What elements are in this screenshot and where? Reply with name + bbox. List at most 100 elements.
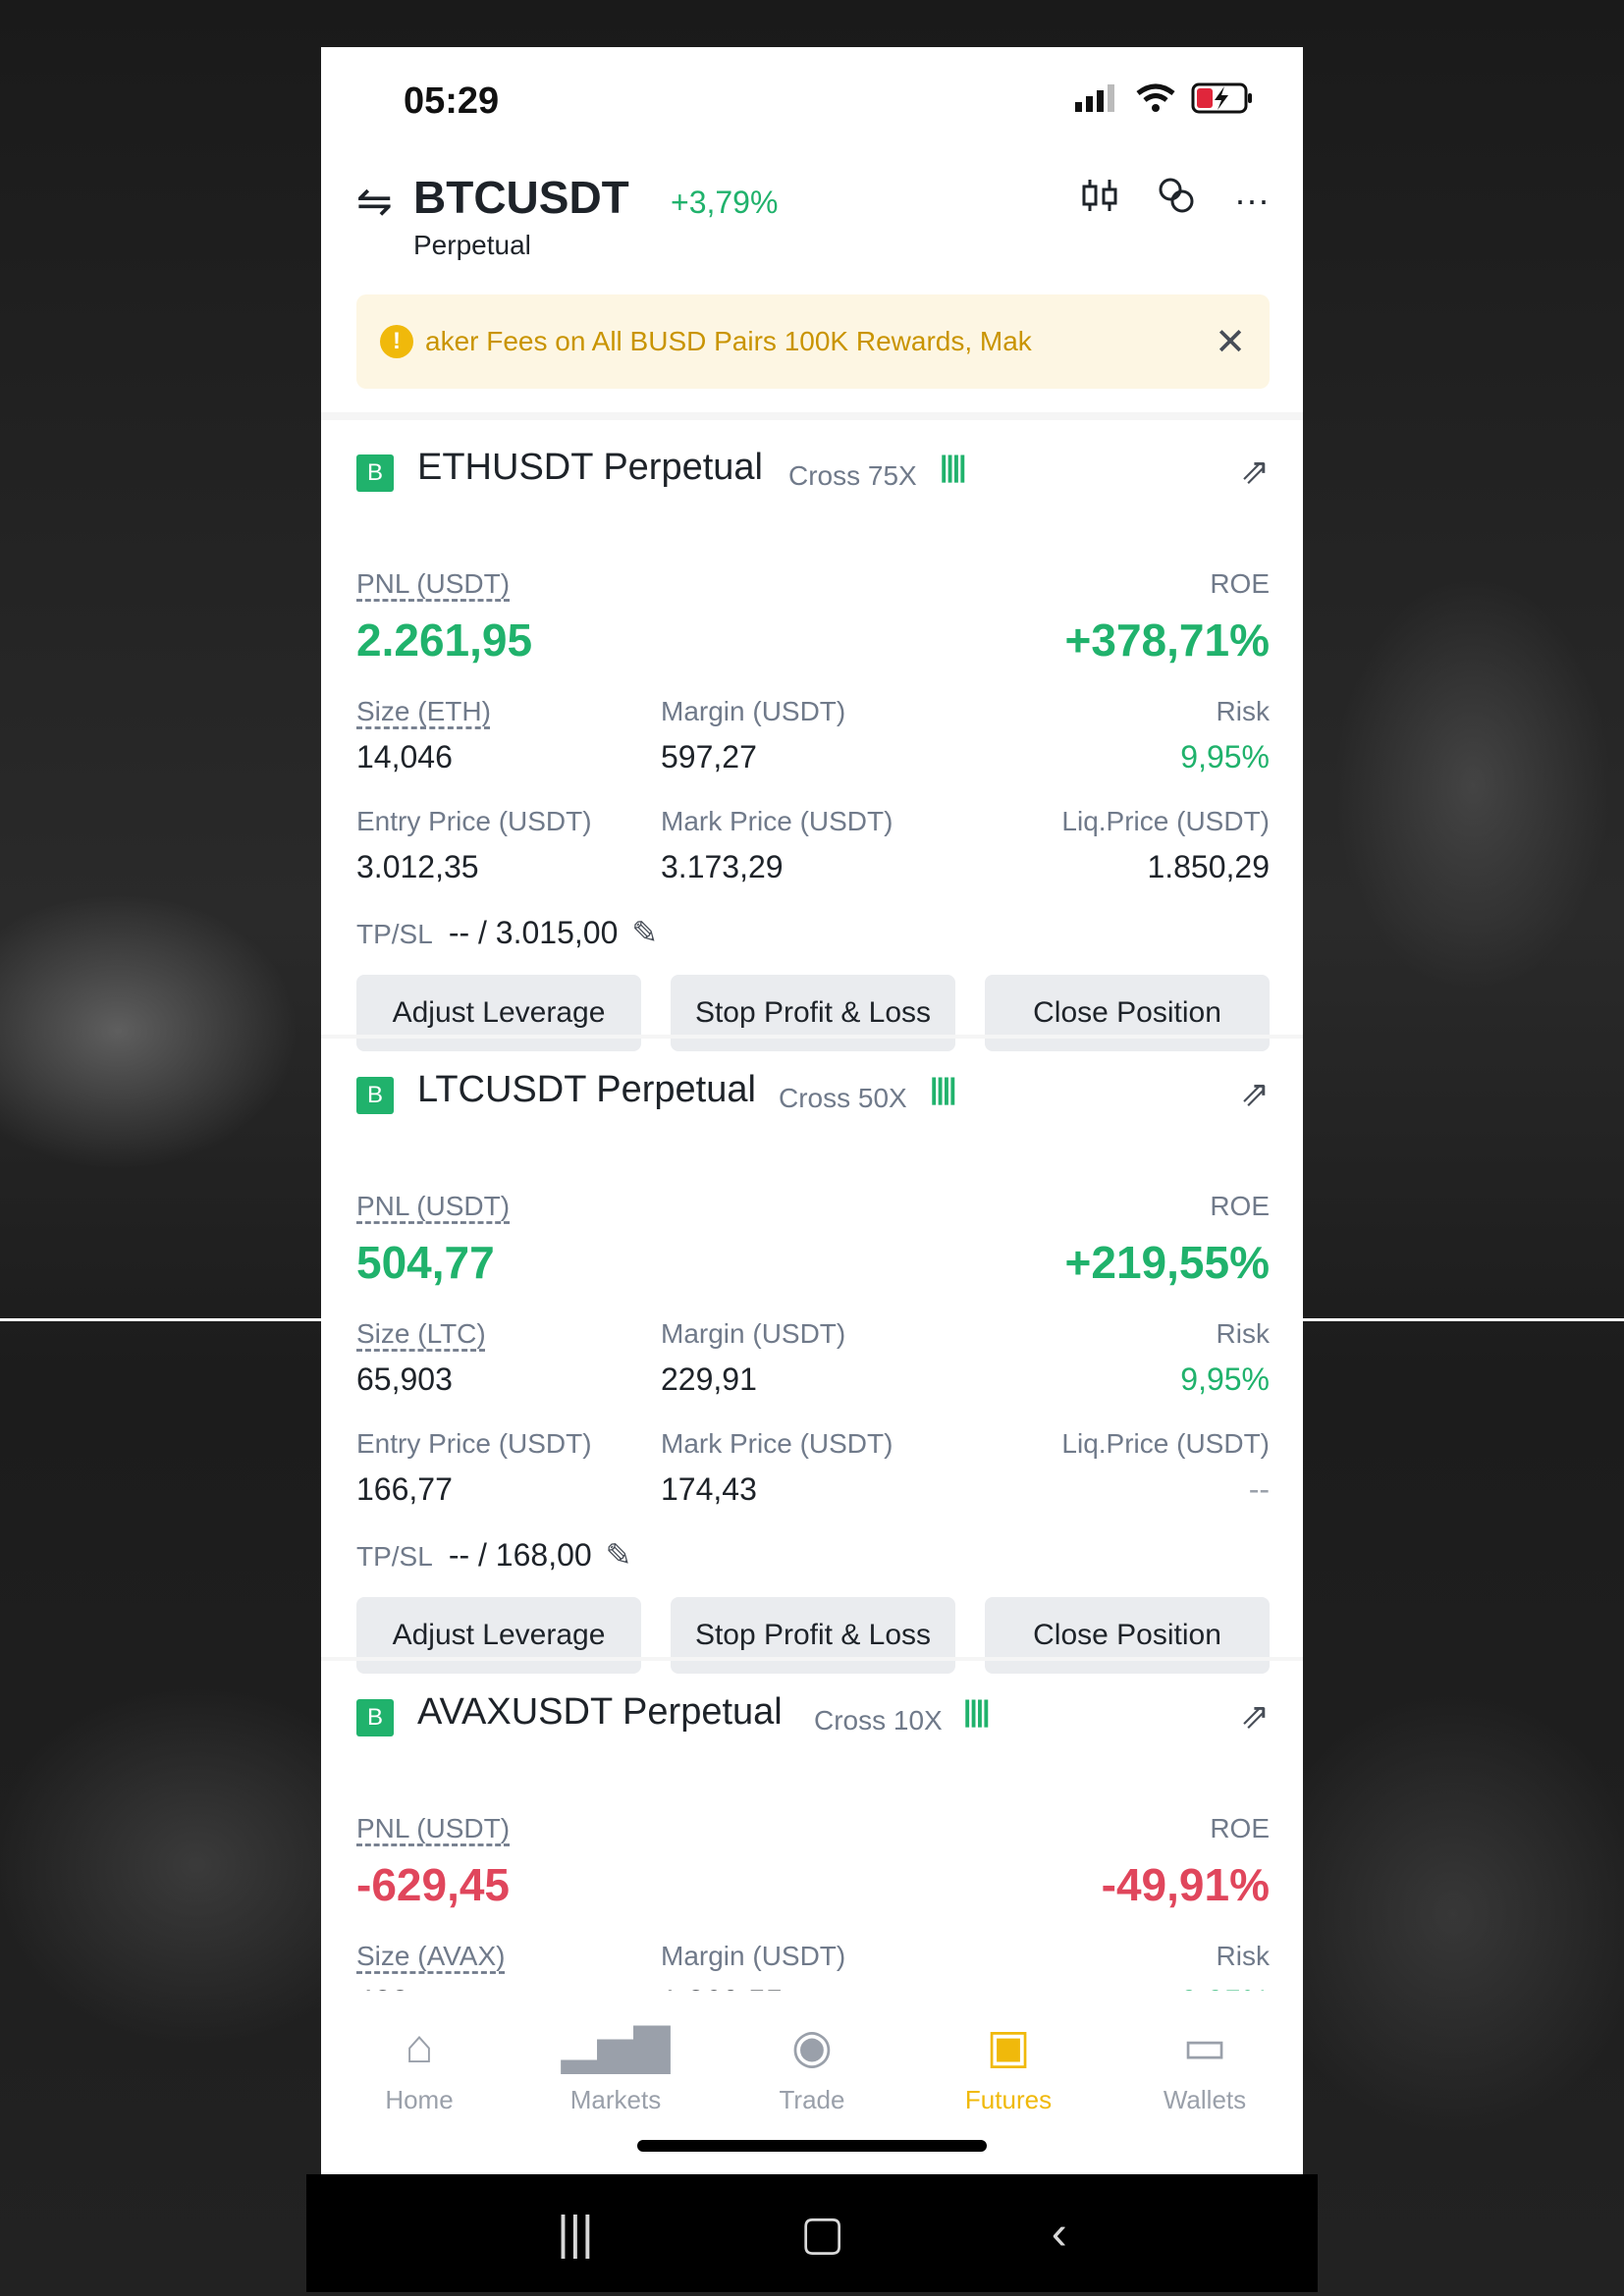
risk-label: Risk (1216, 1318, 1270, 1349)
mark-price-value: 174,43 (661, 1471, 757, 1507)
pnl-label: PNL (USDT) (356, 1813, 511, 1843)
risk-value: 9,95% (1180, 739, 1270, 774)
status-time: 05:29 (404, 80, 500, 122)
pnl-label: PNL (USDT) (356, 1191, 511, 1221)
share-icon[interactable]: ⇗ (1240, 1073, 1270, 1114)
roe-label: ROE (1210, 1191, 1270, 1221)
roe-label: ROE (1210, 568, 1270, 599)
share-icon[interactable]: ⇗ (1240, 1695, 1270, 1736)
edit-icon[interactable]: ✎ (631, 915, 658, 950)
swap-icon[interactable]: ⇋ (356, 177, 393, 227)
tpsl-row: TP/SL -- / 168,00 ✎ (356, 1536, 631, 1574)
position-card: B LTCUSDT Perpetual Cross 50X |||| ⇗ PNL… (356, 1069, 1270, 1678)
liq-price-value: -- (1248, 1471, 1270, 1507)
status-bar: 05:29 (321, 47, 1303, 155)
close-position-button[interactable]: Close Position (985, 1597, 1270, 1674)
header-actions: ··· (1081, 177, 1270, 223)
entry-price-value: 3.012,35 (356, 849, 479, 884)
adjust-leverage-button[interactable]: Adjust Leverage (356, 1597, 641, 1674)
tpsl-value: -- / 168,00 (448, 1537, 592, 1573)
tab-markets[interactable]: ▂▅▇ Markets (542, 2020, 689, 2115)
back-icon[interactable]: ‹ (1052, 2207, 1067, 2261)
tab-trade[interactable]: ◉ Trade (738, 2020, 886, 2115)
phone-screen: 05:29 ⇋ BTCUSDT +3,79% Perpetual ··· ! a… (321, 47, 1303, 2174)
wifi-icon (1136, 83, 1175, 112)
close-position-button[interactable]: Close Position (985, 975, 1270, 1051)
roe-value: -49,91% (1101, 1859, 1270, 1910)
roe-value: +378,71% (1064, 614, 1270, 666)
tab-home[interactable]: ⌂ Home (346, 2020, 493, 2115)
position-symbol[interactable]: ETHUSDT Perpetual (417, 447, 763, 489)
entry-price-value: 166,77 (356, 1471, 453, 1507)
side-badge: B (356, 1699, 394, 1736)
pair-title[interactable]: BTCUSDT (413, 171, 629, 224)
warning-icon: ! (380, 325, 413, 358)
margin-mode: Cross 50X (779, 1083, 907, 1113)
price-change: +3,79% (671, 185, 779, 220)
roe-label: ROE (1210, 1813, 1270, 1843)
position-card: B AVAXUSDT Perpetual Cross 10X |||| ⇗ PN… (356, 1691, 1270, 2025)
adjust-leverage-button[interactable]: Adjust Leverage (356, 975, 641, 1051)
margin-mode: Cross 75X (788, 460, 917, 491)
close-icon[interactable]: ✕ (1215, 320, 1246, 364)
tab-label: Markets (569, 2085, 662, 2114)
tpsl-label: TP/SL (356, 919, 433, 949)
roe-value: +219,55% (1064, 1237, 1270, 1288)
side-badge: B (356, 1077, 394, 1114)
mark-price-value: 3.173,29 (661, 849, 784, 884)
stop-profit-loss-button[interactable]: Stop Profit & Loss (671, 1597, 955, 1674)
stop-profit-loss-button[interactable]: Stop Profit & Loss (671, 975, 955, 1051)
signal-icon (1075, 84, 1114, 112)
entry-price-label: Entry Price (USDT) (356, 1428, 592, 1459)
pnl-value: -629,45 (356, 1859, 511, 1910)
tab-label: Trade (779, 2085, 845, 2114)
position-symbol[interactable]: AVAXUSDT Perpetual (417, 1691, 783, 1734)
home-circle-icon[interactable]: ▢ (800, 2206, 844, 2261)
futures-icon: ▣ (986, 2021, 1031, 2073)
adl-indicator-icon: |||| (940, 451, 967, 483)
recent-apps-icon[interactable]: ||| (557, 2207, 593, 2261)
side-badge: B (356, 454, 394, 492)
entry-price-label: Entry Price (USDT) (356, 806, 592, 836)
adl-indicator-icon: |||| (930, 1073, 957, 1105)
candlestick-icon[interactable] (1081, 178, 1118, 222)
wallet-icon: ▭ (1182, 2021, 1227, 2073)
risk-value: 9,95% (1180, 1362, 1270, 1397)
divider (321, 1035, 1303, 1039)
margin-label: Margin (USDT) (661, 1318, 846, 1349)
size-label: Size (AVAX) (356, 1941, 506, 1971)
liq-price-value: 1.850,29 (1147, 849, 1270, 884)
tpsl-row: TP/SL -- / 3.015,00 ✎ (356, 914, 658, 951)
battery-icon (1191, 82, 1252, 114)
position-symbol[interactable]: LTCUSDT Perpetual (417, 1069, 756, 1111)
share-icon[interactable]: ⇗ (1240, 451, 1270, 492)
size-label: Size (ETH) (356, 696, 491, 726)
tab-label: Wallets (1163, 2085, 1247, 2114)
more-icon[interactable]: ··· (1234, 180, 1270, 221)
risk-label: Risk (1216, 696, 1270, 726)
divider (321, 412, 1303, 420)
pnl-value: 504,77 (356, 1237, 495, 1288)
mark-price-label: Mark Price (USDT) (661, 806, 893, 836)
link-icon[interactable] (1158, 177, 1195, 223)
banner-text: aker Fees on All BUSD Pairs 100K Rewards… (425, 326, 1032, 356)
tab-wallets[interactable]: ▭ Wallets (1131, 2020, 1278, 2115)
tab-futures[interactable]: ▣ Futures (935, 2020, 1082, 2115)
liq-price-label: Liq.Price (USDT) (1061, 1428, 1270, 1459)
promo-banner[interactable]: ! aker Fees on All BUSD Pairs 100K Rewar… (356, 294, 1270, 389)
margin-label: Margin (USDT) (661, 1941, 846, 1971)
edit-icon[interactable]: ✎ (606, 1537, 632, 1573)
margin-mode: Cross 10X (814, 1705, 943, 1735)
size-value: 65,903 (356, 1362, 453, 1397)
home-icon: ⌂ (405, 2021, 434, 2073)
trade-icon: ◉ (791, 2021, 833, 2073)
adl-indicator-icon: |||| (963, 1695, 991, 1728)
position-card: B ETHUSDT Perpetual Cross 75X |||| ⇗ PNL… (356, 447, 1270, 1055)
pnl-value: 2.261,95 (356, 614, 533, 666)
tpsl-value: -- / 3.015,00 (448, 915, 619, 950)
status-icons (1075, 82, 1254, 114)
tpsl-label: TP/SL (356, 1541, 433, 1572)
markets-icon: ▂▅▇ (561, 2021, 671, 2073)
home-indicator[interactable] (637, 2140, 987, 2152)
size-label: Size (LTC) (356, 1318, 486, 1349)
